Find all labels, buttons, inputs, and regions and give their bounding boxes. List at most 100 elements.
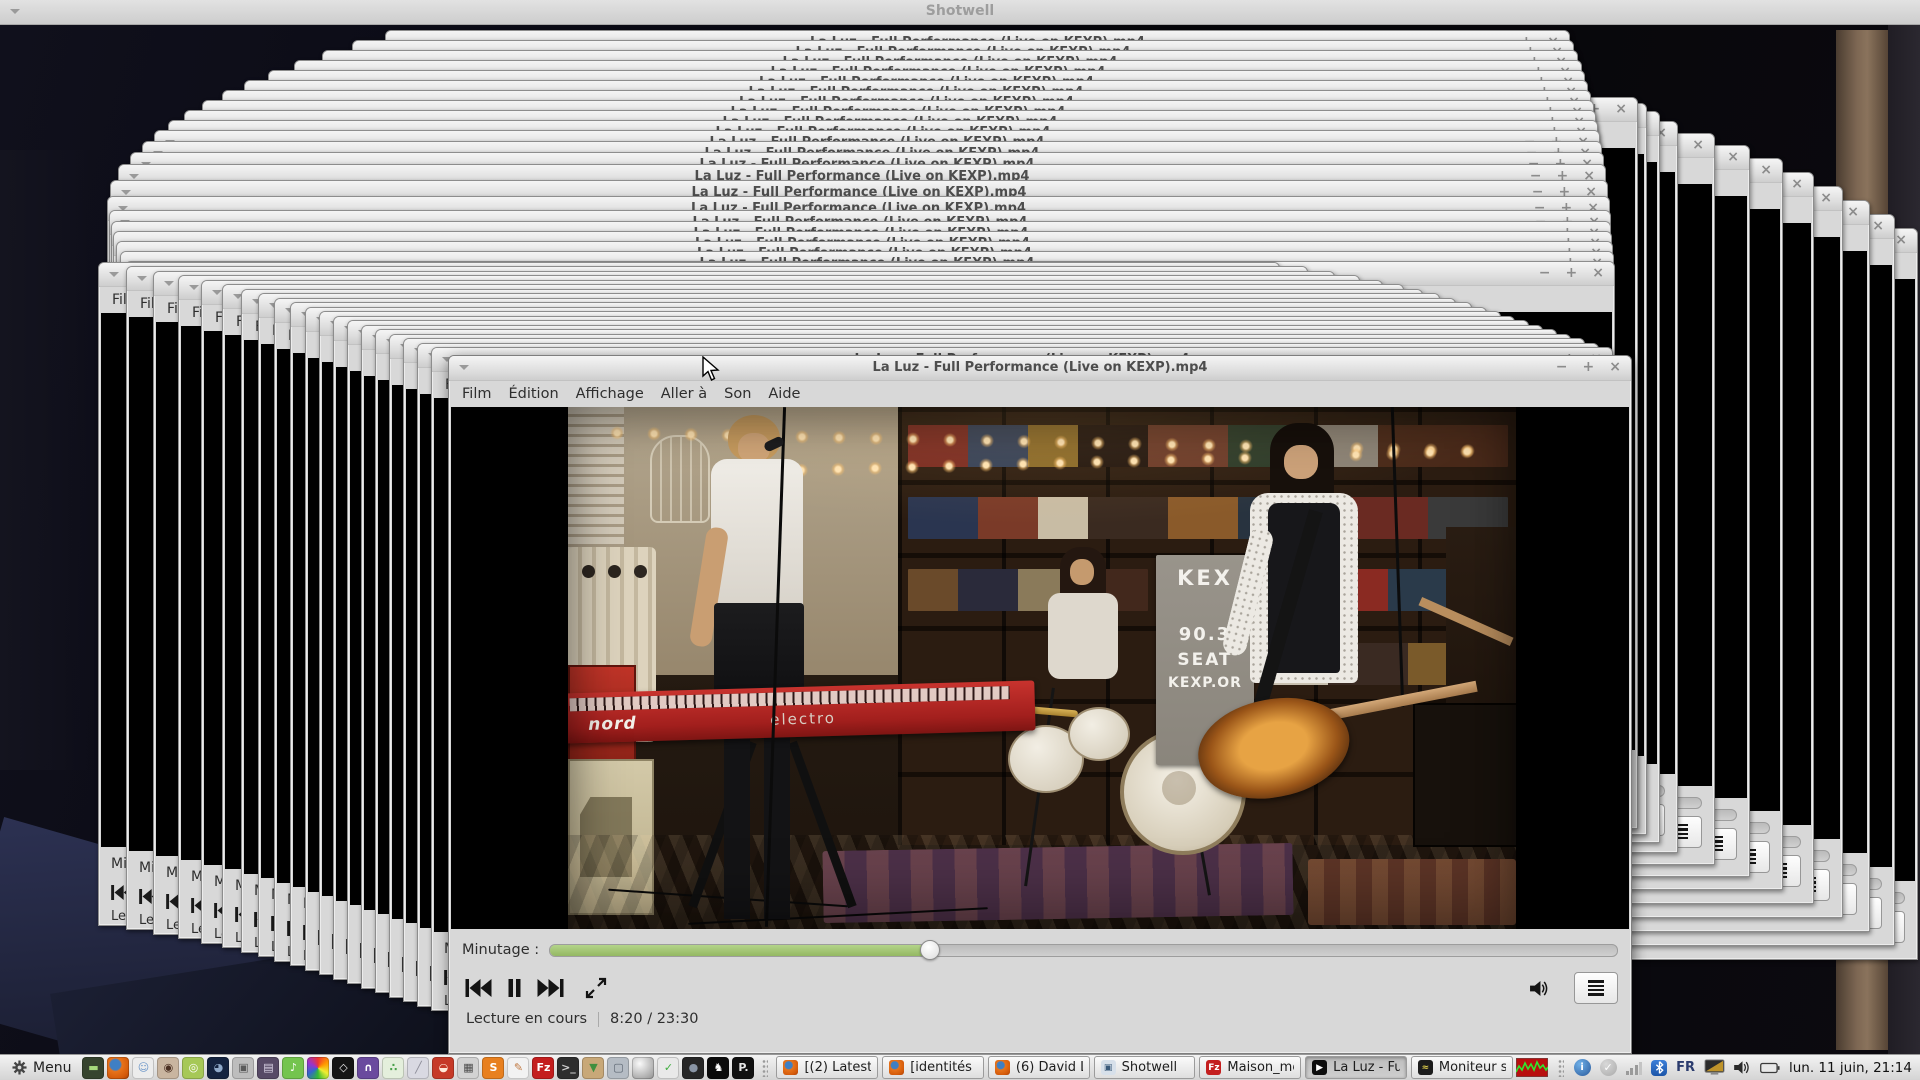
previous-button[interactable]	[465, 979, 492, 997]
color-wheel-launcher-icon[interactable]	[307, 1057, 329, 1079]
sublime-text-launcher-icon[interactable]: S	[482, 1057, 504, 1079]
bluetooth-icon[interactable]	[1651, 1060, 1667, 1076]
firefox-icon	[783, 1060, 798, 1075]
window-button-label: Shotwell	[1122, 1060, 1177, 1075]
front-menubar: Film Édition Affichage Aller à Son Aide	[449, 381, 1631, 407]
taskbar: Menu ▬☺◉◎◕▣▤♪◇∩∴╱◒▦S✎Fz>_▼▢✓●♞P. [(2) La…	[0, 1054, 1920, 1080]
taskbar-window-button[interactable]: (6) David L...	[988, 1056, 1090, 1079]
player-menu-button[interactable]	[1574, 972, 1618, 1004]
window-button-label: (6) David L...	[1016, 1060, 1083, 1075]
front-window-title: La Luz - Full Performance (Live on KEXP)…	[509, 360, 1571, 375]
music-player-launcher-icon[interactable]: ♪	[282, 1057, 304, 1079]
taskbar-window-button[interactable]: [(2) Latest ...	[776, 1056, 878, 1079]
player-controls-panel: Minutage :	[449, 929, 1631, 1053]
terminal-dark-launcher-icon[interactable]: >_	[557, 1057, 579, 1079]
display-icon[interactable]	[1704, 1059, 1725, 1076]
window-button-label: [(2) Latest ...	[804, 1060, 871, 1075]
menu-edition[interactable]: Édition	[508, 386, 558, 402]
maximize-button[interactable]: +	[1583, 359, 1595, 375]
seek-thumb[interactable]	[920, 940, 940, 960]
tray-separator	[1558, 1059, 1564, 1077]
menu-affichage[interactable]: Affichage	[576, 386, 644, 402]
update-shield-icon[interactable]: i	[1574, 1059, 1591, 1076]
taskbar-window-button[interactable]: ▶ La Luz - Full...	[1305, 1056, 1407, 1079]
media-player-icon: ▶	[1312, 1060, 1327, 1075]
taskbar-window-button[interactable]: [identités ...	[882, 1056, 984, 1079]
sync-check-icon[interactable]: ✓	[1600, 1059, 1617, 1076]
window-menu-icon[interactable]	[459, 365, 469, 375]
seek-label: Minutage :	[462, 942, 539, 958]
firefox-launcher-icon[interactable]	[107, 1057, 129, 1079]
menu-aide[interactable]: Aide	[768, 386, 800, 402]
player-window-front: La Luz - Full Performance (Live on KEXP)…	[448, 355, 1632, 1054]
system-tray: i ✓ FR lun. 11 juin, 21:14	[1516, 1058, 1916, 1077]
window-menu-icon	[137, 276, 147, 286]
playback-status: Lecture en cours	[466, 1011, 587, 1027]
sphere-launcher-icon[interactable]	[632, 1057, 654, 1079]
battery-icon[interactable]	[1760, 1062, 1780, 1074]
close-icon: ×	[1760, 162, 1772, 178]
disk-utility-launcher-icon[interactable]: ▢	[607, 1057, 629, 1079]
calculator-launcher-icon[interactable]: ▦	[457, 1057, 479, 1079]
clock[interactable]: lun. 11 juin, 21:14	[1789, 1060, 1912, 1076]
launcher-strip: ▬ ☺◉◎◕▣▤♪ ◇∩∴╱◒▦S✎Fz>_▼▢ ✓●♞P.	[82, 1057, 754, 1079]
taskbar-window-button[interactable]: ▣ Shotwell	[1094, 1056, 1196, 1079]
close-icon: ×	[1727, 149, 1739, 165]
headphones-launcher-icon[interactable]: ∩	[357, 1057, 379, 1079]
menu-film[interactable]: Film	[462, 386, 491, 402]
volume-tray-icon[interactable]	[1734, 1060, 1751, 1075]
window-button-label: La Luz - Full...	[1333, 1060, 1400, 1075]
molecules-launcher-icon[interactable]: ∴	[382, 1057, 404, 1079]
front-titlebar[interactable]: La Luz - Full Performance (Live on KEXP)…	[449, 356, 1631, 381]
chess-horse-launcher-icon[interactable]: ♞	[707, 1057, 729, 1079]
window-button-label: Moniteur s...	[1439, 1060, 1506, 1075]
power-socket-launcher-icon[interactable]: ◒	[432, 1057, 454, 1079]
window-menu-icon	[164, 281, 174, 291]
quassel-launcher-icon[interactable]: ◎	[182, 1057, 204, 1079]
pitivi-launcher-icon[interactable]: P.	[732, 1057, 754, 1079]
network-signal-icon[interactable]	[1626, 1061, 1643, 1075]
menu-button[interactable]: Menu	[4, 1057, 79, 1079]
filezilla-launcher-icon[interactable]: Fz	[532, 1057, 554, 1079]
volume-icon[interactable]	[1530, 980, 1549, 997]
close-icon: ×	[1895, 232, 1907, 248]
window-list: [(2) Latest ... [identités ... (6) David…	[776, 1056, 1512, 1079]
camera-lens-launcher-icon[interactable]: ◕	[207, 1057, 229, 1079]
seek-slider[interactable]	[549, 944, 1618, 957]
package-installer-launcher-icon[interactable]: ▼	[582, 1057, 604, 1079]
text-editor-launcher-icon[interactable]: ✎	[507, 1057, 529, 1079]
archive-manager-launcher-icon[interactable]: ▣	[232, 1057, 254, 1079]
menu-aller-a[interactable]: Aller à	[661, 386, 707, 402]
window-button-label: Maison_me...	[1227, 1060, 1294, 1075]
close-icon: ×	[1615, 101, 1627, 117]
taskbar-window-button[interactable]: ≈ Moniteur s...	[1411, 1056, 1513, 1079]
fullscreen-button[interactable]	[585, 977, 607, 999]
messenger-launcher-icon[interactable]: ☺	[132, 1057, 154, 1079]
mouse-cursor	[702, 356, 721, 386]
terminal-green-launcher-icon[interactable]: ▬	[82, 1057, 104, 1079]
menu-son[interactable]: Son	[724, 386, 751, 402]
utility-knife-launcher-icon[interactable]: ╱	[407, 1057, 429, 1079]
taskbar-separator	[762, 1059, 768, 1077]
firefox-icon	[995, 1060, 1010, 1075]
video-region: KEX 90.3 SEAT KEXP.OR	[451, 407, 1629, 929]
minimize-button[interactable]: −	[1556, 359, 1568, 375]
next-button[interactable]	[537, 979, 564, 997]
maximize-icon: +	[1566, 265, 1578, 281]
cpu-graph-applet[interactable]	[1516, 1058, 1548, 1077]
desktop-screen: Shotwell La Luz - Full Performance (Live…	[0, 0, 1920, 1080]
gear-icon	[12, 1060, 27, 1075]
film-editor-launcher-icon[interactable]: ▤	[257, 1057, 279, 1079]
unity3d-launcher-icon[interactable]: ◇	[332, 1057, 354, 1079]
menu-label: Menu	[33, 1060, 71, 1076]
close-button[interactable]: ×	[1609, 359, 1621, 375]
seek-progress-fill	[550, 945, 929, 956]
lens-dark-launcher-icon[interactable]: ●	[682, 1057, 704, 1079]
pause-button[interactable]	[507, 979, 522, 997]
system-monitor-icon: ≈	[1418, 1060, 1433, 1075]
eye-viewer-launcher-icon[interactable]: ◉	[157, 1057, 179, 1079]
keyboard-layout-indicator[interactable]: FR	[1676, 1060, 1695, 1075]
close-icon: ×	[1592, 265, 1604, 281]
time-sync-launcher-icon[interactable]: ✓	[657, 1057, 679, 1079]
taskbar-window-button[interactable]: Fz Maison_me...	[1199, 1056, 1301, 1079]
